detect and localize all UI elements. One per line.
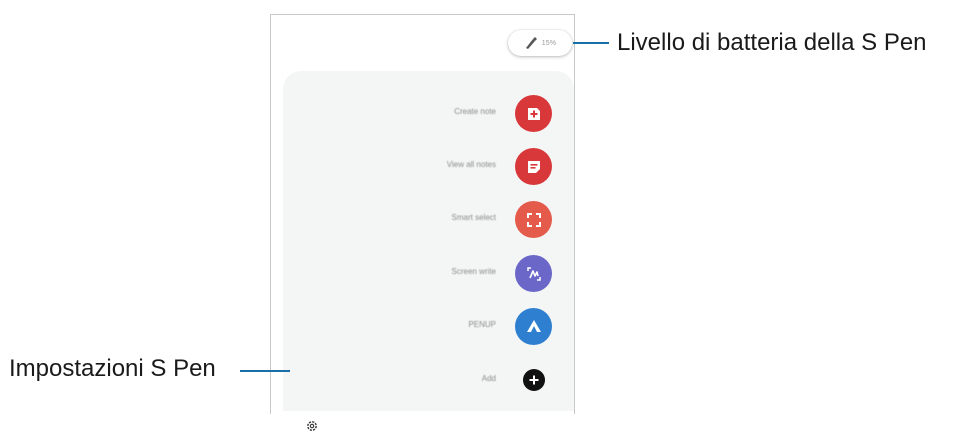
add-shortcut-button[interactable] xyxy=(523,369,545,391)
air-command-panel: Create note View all notes Smart select xyxy=(283,71,574,431)
settings-callout-line xyxy=(240,370,290,372)
settings-callout-label: Impostazioni S Pen xyxy=(9,355,216,382)
smart-select-label: Smart select xyxy=(451,213,496,222)
plus-icon xyxy=(529,375,539,385)
s-pen-battery-indicator: 15% xyxy=(508,30,572,56)
create-note-label: Create note xyxy=(454,107,496,116)
s-pen-settings-icon[interactable] xyxy=(305,419,319,433)
add-label: Add xyxy=(481,374,496,383)
penup-label: PENUP xyxy=(468,320,496,329)
battery-callout-line xyxy=(573,42,609,44)
battery-callout-label: Livello di batteria della S Pen xyxy=(617,29,927,56)
smart-select-icon xyxy=(526,212,541,227)
view-all-notes-label: View all notes xyxy=(446,160,496,169)
s-pen-icon xyxy=(525,37,537,49)
battery-percentage: 15% xyxy=(541,39,557,47)
screen-write-icon xyxy=(526,266,541,281)
create-note-button[interactable] xyxy=(515,95,552,132)
screen-write-label: Screen write xyxy=(451,267,496,276)
view-all-notes-button[interactable] xyxy=(515,148,552,185)
air-command-screen: 15% Create note View all notes Smart sel… xyxy=(270,14,575,431)
screen-write-button[interactable] xyxy=(515,255,552,292)
smart-select-button[interactable] xyxy=(515,201,552,238)
create-note-icon xyxy=(527,107,540,120)
view-all-notes-icon xyxy=(527,160,540,173)
penup-icon xyxy=(526,319,541,332)
penup-button[interactable] xyxy=(515,308,552,345)
